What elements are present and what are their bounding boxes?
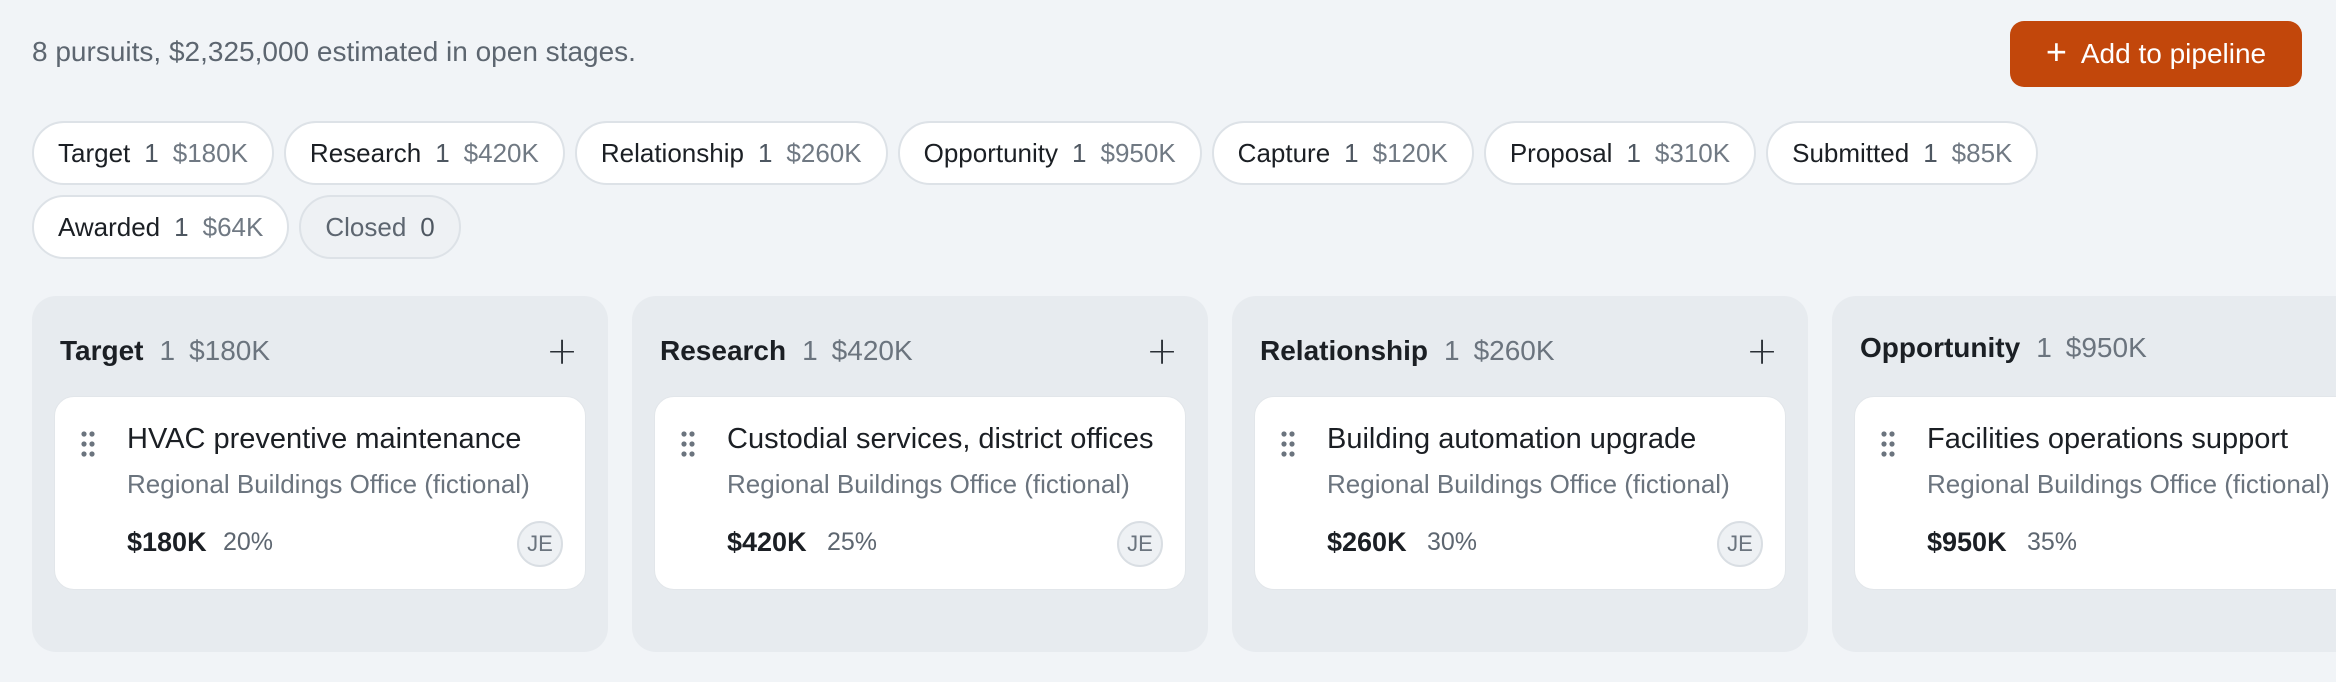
column-research: Research 1 $420K + Custodial services, d…: [632, 296, 1208, 652]
add-card-button[interactable]: +: [1744, 332, 1780, 370]
column-relationship: Relationship 1 $260K + Building automati…: [1232, 296, 1808, 652]
chip-name: Research: [309, 137, 422, 168]
chip-count: 1: [1626, 137, 1641, 168]
stage-chip-target[interactable]: Target 1 $180K: [32, 121, 274, 185]
pursuit-card[interactable]: Building automation upgrade Regional Bui…: [1254, 396, 1786, 590]
stage-chip-submitted[interactable]: Submitted 1 $85K: [1766, 121, 2039, 185]
card-value: $260K: [1327, 527, 1407, 557]
card-value: $420K: [727, 527, 807, 557]
stage-chip-closed[interactable]: Closed 0: [299, 195, 461, 259]
chip-name: Submitted: [1792, 137, 1910, 168]
column-count: 1: [802, 335, 818, 366]
column-title: Opportunity: [1860, 332, 2021, 363]
pursuit-card[interactable]: Facilities operations support Regional B…: [1854, 396, 2336, 590]
chip-amount: $950K: [1100, 137, 1176, 168]
chip-count: 0: [420, 211, 435, 242]
chip-row: Target 1 $180K Research 1 $420K Relation…: [32, 121, 2132, 185]
chip-count: 1: [1344, 137, 1359, 168]
chip-amount: $420K: [463, 137, 539, 168]
column-header: Opportunity 1 $950K: [1860, 332, 2336, 364]
chip-name: Proposal: [1509, 137, 1613, 168]
pipeline-board: Target 1 $180K + HVAC preventive mainten…: [32, 296, 2336, 652]
card-organization: Regional Buildings Office (fictional): [727, 469, 1130, 499]
chip-count: 1: [174, 211, 189, 242]
chip-amount: $64K: [202, 211, 264, 242]
chip-count: 1: [757, 137, 773, 168]
add-card-button[interactable]: +: [1144, 332, 1180, 370]
card-title: Custodial services, district offices: [727, 423, 1154, 455]
drag-handle-icon[interactable]: [681, 431, 695, 457]
plus-icon: +: [2045, 31, 2067, 72]
card-organization: Regional Buildings Office (fictional): [127, 469, 530, 499]
chip-name: Awarded: [58, 211, 161, 242]
column-amount: $420K: [831, 335, 913, 366]
column-count: 1: [1444, 335, 1460, 366]
card-organization: Regional Buildings Office (fictional): [1327, 469, 1730, 499]
chip-count: 1: [1923, 137, 1938, 168]
card-organization: Regional Buildings Office (fictional): [1927, 469, 2330, 499]
stage-chip-capture[interactable]: Capture 1 $120K: [1211, 121, 1474, 185]
add-to-pipeline-button[interactable]: + Add to pipeline: [2010, 21, 2302, 87]
stage-chip-opportunity[interactable]: Opportunity 1 $950K: [897, 121, 1202, 185]
chip-amount: $180K: [172, 137, 248, 168]
chip-name: Capture: [1237, 137, 1331, 168]
add-to-pipeline-label: Add to pipeline: [2080, 38, 2267, 69]
add-card-button[interactable]: +: [544, 332, 580, 370]
chip-amount: $260K: [786, 137, 862, 168]
column-amount: $260K: [1473, 335, 1555, 366]
chip-name: Target: [58, 137, 131, 168]
column-title: Research: [660, 335, 787, 366]
drag-handle-icon[interactable]: [81, 431, 95, 457]
column-opportunity: Opportunity 1 $950K Facilities operation…: [1832, 296, 2336, 652]
pipeline-summary: 8 pursuits, $2,325,000 estimated in open…: [32, 36, 636, 67]
chip-amount: $310K: [1654, 137, 1731, 168]
column-count: 1: [2036, 332, 2052, 363]
card-value: $950K: [1927, 527, 2007, 557]
column-amount: $180K: [189, 335, 271, 366]
pursuit-card[interactable]: Custodial services, district offices Reg…: [654, 396, 1186, 590]
chip-amount: $85K: [1951, 137, 2013, 168]
card-title: Facilities operations support: [1927, 423, 2289, 455]
card-probability: 20%: [223, 528, 274, 556]
chip-row: Awarded 1 $64K Closed 0: [32, 195, 2132, 259]
chip-name: Relationship: [600, 137, 744, 168]
column-header: Research 1 $420K +: [660, 332, 1180, 370]
column-amount: $950K: [2065, 332, 2147, 363]
card-probability: 25%: [827, 528, 878, 556]
column-header: Relationship 1 $260K +: [1260, 332, 1780, 370]
chip-name: Opportunity: [923, 137, 1059, 168]
column-header: Target 1 $180K +: [60, 332, 580, 370]
chip-count: 1: [144, 137, 159, 168]
stage-chip-proposal[interactable]: Proposal 1 $310K: [1483, 121, 1757, 185]
owner-avatar[interactable]: JE: [1117, 521, 1163, 567]
card-probability: 35%: [2027, 528, 2078, 556]
pursuit-card[interactable]: HVAC preventive maintenance Regional Bui…: [54, 396, 586, 590]
stage-filter-chips: Target 1 $180K Research 1 $420K Relation…: [32, 121, 2132, 269]
owner-avatar[interactable]: JE: [517, 521, 563, 567]
column-count: 1: [159, 335, 176, 366]
card-title: HVAC preventive maintenance: [127, 423, 522, 455]
column-title: Relationship: [1260, 335, 1429, 366]
card-probability: 30%: [1427, 528, 1478, 556]
chip-count: 1: [435, 137, 450, 168]
chip-name: Closed: [325, 211, 407, 242]
drag-handle-icon[interactable]: [1881, 431, 1895, 457]
card-title: Building automation upgrade: [1327, 423, 1697, 455]
stage-chip-awarded[interactable]: Awarded 1 $64K: [32, 195, 290, 259]
drag-handle-icon[interactable]: [1281, 431, 1295, 457]
chip-amount: $120K: [1372, 137, 1448, 168]
card-value: $180K: [127, 527, 207, 557]
column-title: Target: [60, 335, 144, 366]
column-target: Target 1 $180K + HVAC preventive mainten…: [32, 296, 608, 652]
owner-avatar[interactable]: JE: [1717, 521, 1763, 567]
chip-count: 1: [1072, 137, 1087, 168]
stage-chip-relationship[interactable]: Relationship 1 $260K: [574, 121, 888, 185]
stage-chip-research[interactable]: Research 1 $420K: [283, 121, 565, 185]
